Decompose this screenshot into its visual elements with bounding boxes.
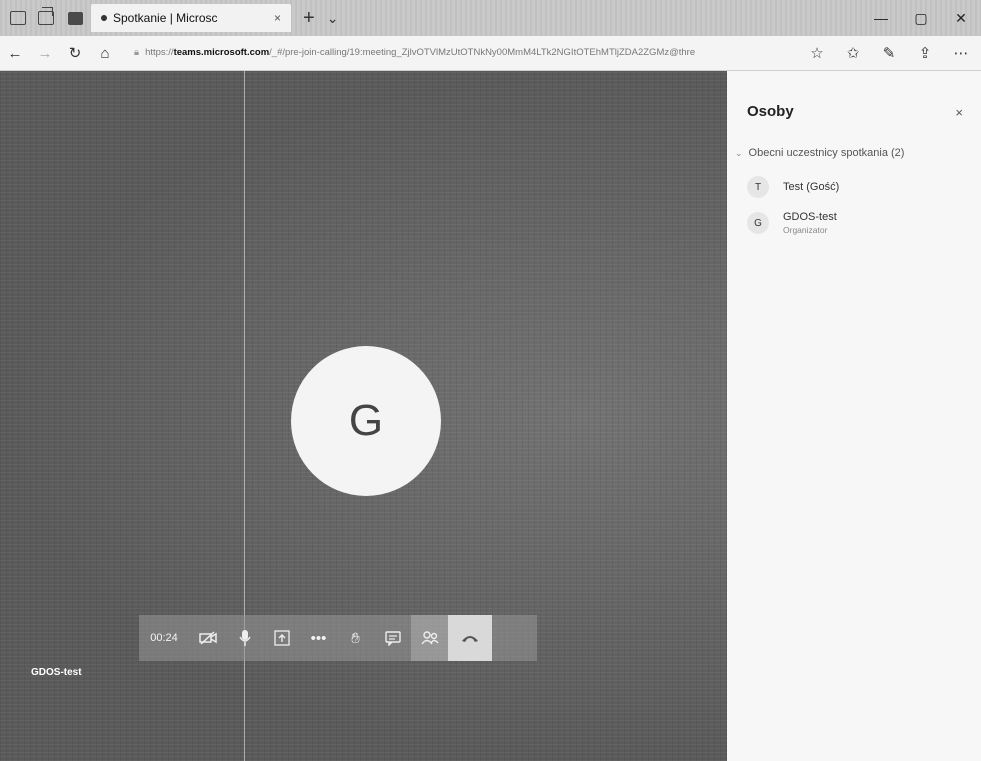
- url-prefix: https://: [145, 47, 174, 58]
- participant-avatar: G: [291, 346, 441, 496]
- participant-name-tag: GDOS-test: [31, 667, 82, 678]
- more-icon[interactable]: ⋯: [951, 44, 971, 62]
- tab-close-icon[interactable]: ×: [274, 11, 281, 25]
- browser-title-bar: Spotkanie | Microsc × + ⌄ — ▢ ✕: [0, 0, 981, 36]
- hang-up-icon[interactable]: [448, 615, 492, 661]
- raise-hand-icon[interactable]: ✋︎: [337, 615, 374, 661]
- maximize-button[interactable]: ▢: [901, 10, 941, 27]
- chevron-down-icon: ⌄: [735, 147, 743, 158]
- people-panel: Osoby × ⌄ Obecni uczestnicy spotkania (2…: [727, 71, 981, 761]
- section-label: Obecni uczestnicy spotkania (2): [748, 147, 905, 159]
- call-controls-bar: 00:24 ••• ✋︎: [139, 615, 537, 661]
- meeting-stage: G 00:24 ••• ✋︎ GDOS-test: [0, 71, 727, 761]
- refresh-icon[interactable]: ↻: [60, 44, 90, 62]
- chat-icon[interactable]: [374, 615, 411, 661]
- url-field[interactable]: 🔒︎ https://teams.microsoft.com/_#/pre-joi…: [134, 42, 774, 64]
- participant-avatar-small: G: [747, 212, 769, 234]
- share-icon[interactable]: ⇪: [915, 44, 935, 62]
- lock-icon: 🔒︎: [134, 47, 140, 58]
- participant-item[interactable]: T Test (Gość): [747, 176, 839, 198]
- participant-name: GDOS-test: [783, 211, 837, 223]
- participant-avatar-small: T: [747, 176, 769, 198]
- tab-meeting[interactable]: Spotkanie | Microsc ×: [91, 4, 291, 32]
- window-controls: — ▢ ✕: [861, 0, 981, 36]
- home-icon[interactable]: ⌂: [90, 45, 120, 62]
- participants-icon[interactable]: [411, 615, 448, 661]
- pen-icon[interactable]: ✎: [879, 44, 899, 62]
- tab-recording-dot-icon: [101, 15, 107, 21]
- url-path: /_#/pre-join-calling/19:meeting_ZjlvOTVl…: [269, 47, 696, 58]
- panel-title: Osoby: [747, 103, 794, 120]
- participant-role: Organizator: [783, 225, 828, 235]
- participant-item[interactable]: G GDOS-test Organizator: [747, 211, 837, 235]
- more-actions-icon[interactable]: •••: [300, 615, 337, 661]
- tab-actions-icon[interactable]: [10, 11, 26, 25]
- url-host: teams.microsoft.com: [173, 47, 270, 58]
- microphone-icon[interactable]: [226, 615, 263, 661]
- close-panel-icon[interactable]: ×: [955, 105, 963, 120]
- participant-name: Test (Gość): [783, 181, 840, 193]
- tab-set-aside-icon[interactable]: [38, 7, 54, 25]
- teams-favicon-icon: [68, 11, 83, 25]
- share-screen-icon[interactable]: [263, 615, 300, 661]
- tab-list-icon[interactable]: ⌄: [327, 10, 339, 27]
- back-arrow-icon[interactable]: ←: [0, 45, 30, 62]
- forward-arrow-icon[interactable]: →: [30, 45, 60, 62]
- address-bar: ← → ↻ ⌂ 🔒︎ https://teams.microsoft.com/_#…: [0, 36, 981, 71]
- camera-off-icon[interactable]: [189, 615, 226, 661]
- favorites-icon[interactable]: ✩: [843, 44, 863, 62]
- new-tab-button[interactable]: +: [303, 7, 315, 30]
- close-window-button[interactable]: ✕: [941, 10, 981, 27]
- tab-title: Spotkanie | Microsc: [113, 11, 218, 25]
- star-icon[interactable]: ☆: [807, 44, 827, 62]
- call-timer: 00:24: [150, 632, 178, 644]
- participants-section-header[interactable]: ⌄ Obecni uczestnicy spotkania (2): [735, 147, 904, 159]
- minimize-button[interactable]: —: [861, 10, 901, 26]
